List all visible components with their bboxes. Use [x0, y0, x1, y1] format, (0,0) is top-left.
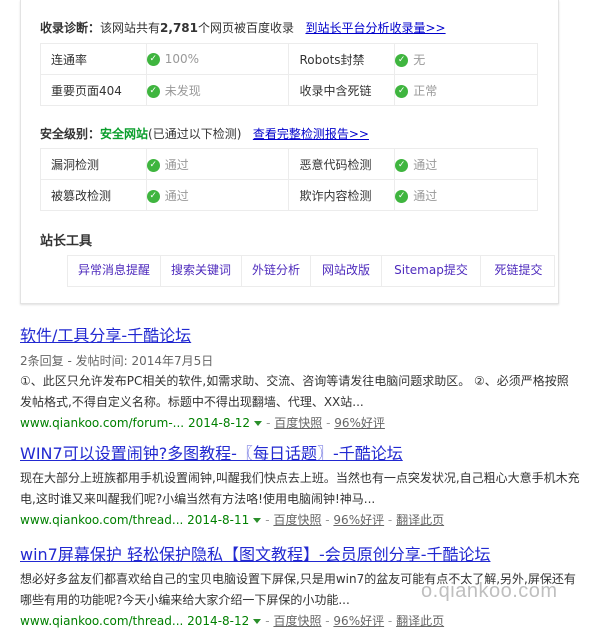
result-title-link[interactable]: 软件/工具分享-千酷论坛 [20, 322, 580, 346]
diag-value: ✓ 100% [145, 43, 290, 75]
security-table: 漏洞检测 ✓ 通过 恶意代码检测 ✓ 通过 被篡改检测 ✓ 通过 欺诈内容检测 ✓ 通过 [40, 148, 538, 211]
tool-search-keywords[interactable]: 搜索关键词 [161, 256, 242, 286]
cache-link[interactable]: 百度快照 [273, 614, 321, 628]
diagnosis-header: 收录诊断：该网站共有2,781个网页被百度收录 到站长平台分析收录量>> [40, 19, 446, 36]
result-title-link[interactable]: WIN7可以设置闹钟?多图教程-〖每日话题〗-千酷论坛 [20, 440, 580, 464]
diag-label: 重要页面404 [40, 74, 147, 106]
diagnosis-table: 连通率 ✓ 100% Robots封禁 ✓ 无 重要页面404 ✓ 未发现 收录中含死… [40, 43, 538, 106]
result-title-link[interactable]: win7屏幕保护 轻松保护隐私【图文教程】-会员原创分享-千酷论坛 [20, 541, 580, 565]
sec-value: ✓ 通过 [145, 179, 290, 211]
security-label: 安全级别： [40, 127, 101, 141]
check-circle-icon: ✓ [146, 84, 160, 98]
security-row: 漏洞检测 ✓ 通过 恶意代码检测 ✓ 通过 [40, 148, 538, 180]
diagnosis-row: 连通率 ✓ 100% Robots封禁 ✓ 无 [40, 43, 538, 75]
result-date: 2014-8-11 [187, 513, 250, 527]
tool-abnormal-alert[interactable]: 异常消息提醒 [68, 256, 161, 286]
diagnosis-text-post: 个网页被百度收录 [198, 21, 295, 35]
cache-link[interactable]: 百度快照 [274, 416, 322, 430]
sec-label: 被篡改检测 [40, 179, 147, 211]
result-url-line: www.qiankoo.com/thread... 2014-8-11- 百度快… [20, 513, 445, 527]
diag-value: ✓ 正常 [394, 74, 538, 106]
chevron-down-icon[interactable] [253, 619, 262, 624]
tool-site-revision[interactable]: 网站改版 [311, 256, 382, 286]
search-result: 软件/工具分享-千酷论坛 2条回复 - 发帖时间: 2014年7月5日 ①、此区… [20, 322, 580, 433]
chevron-down-icon[interactable] [253, 518, 262, 523]
sec-label: 漏洞检测 [40, 148, 147, 180]
search-result: WIN7可以设置闹钟?多图教程-〖每日话题〗-千酷论坛 现在大部分上班族都用手机… [20, 440, 580, 530]
diag-label: 收录中含死链 [288, 74, 396, 106]
check-circle-icon: ✓ [146, 189, 160, 203]
result-url: www.qiankoo.com/forum-... [20, 416, 185, 430]
diagnosis-link[interactable]: 到站长平台分析收录量>> [305, 21, 445, 35]
result-abstract: ①、此区只允许发布PC相关的软件,如需求助、交流、咨询等请发往电脑问题求助区。 … [20, 374, 569, 409]
check-circle-icon: ✓ [395, 53, 409, 67]
result-url: www.qiankoo.com/thread... [20, 513, 184, 527]
translate-link[interactable]: 翻译此页 [396, 614, 444, 628]
security-row: 被篡改检测 ✓ 通过 欺诈内容检测 ✓ 通过 [40, 179, 538, 211]
tools-bar: 异常消息提醒 搜索关键词 外链分析 网站改版 Sitemap提交 死链提交 [67, 255, 555, 287]
tools-title: 站长工具 [40, 234, 93, 249]
diag-value: ✓ 无 [394, 43, 538, 75]
result-url-line: www.qiankoo.com/forum-... 2014-8-12- 百度快… [20, 416, 385, 430]
cache-link[interactable]: 百度快照 [273, 513, 321, 527]
diagnosis-count: 2,781 [160, 21, 198, 35]
security-note: (已通过以下检测) [148, 127, 242, 141]
check-circle-icon: ✓ [395, 189, 409, 203]
rating-link[interactable]: 96%好评 [334, 416, 385, 430]
result-abstract: 现在大部分上班族都用手机设置闹钟,叫醒我们快点去上班。当然也有一点突发状况,自己… [20, 471, 580, 506]
tool-backlink-analysis[interactable]: 外链分析 [242, 256, 311, 286]
diag-label: 连通率 [40, 43, 147, 75]
diagnosis-text-pre: 该网站共有 [100, 21, 161, 35]
diagnosis-row: 重要页面404 ✓ 未发现 收录中含死链 ✓ 正常 [40, 74, 538, 106]
security-report-link[interactable]: 查看完整检测报告>> [253, 127, 369, 141]
tool-deadlink-submit[interactable]: 死链提交 [481, 256, 556, 286]
check-circle-icon: ✓ [395, 158, 409, 172]
chevron-down-icon[interactable] [254, 421, 263, 426]
result-date: 2014-8-12 [187, 416, 251, 430]
diagnosis-label: 收录诊断： [40, 21, 101, 35]
rating-link[interactable]: 96%好评 [333, 614, 384, 628]
rating-link[interactable]: 96%好评 [333, 513, 384, 527]
result-meta: 2条回复 - 发帖时间: 2014年7月5日 [20, 354, 214, 368]
sec-value: ✓ 通过 [394, 148, 538, 180]
tool-sitemap-submit[interactable]: Sitemap提交 [382, 256, 481, 286]
site-info-panel: 收录诊断：该网站共有2,781个网页被百度收录 到站长平台分析收录量>> 连通率… [20, 0, 559, 304]
sec-value: ✓ 通过 [394, 179, 538, 211]
diag-label: Robots封禁 [288, 43, 396, 75]
check-circle-icon: ✓ [395, 84, 409, 98]
check-circle-icon: ✓ [146, 53, 160, 66]
result-url: www.qiankoo.com/thread... [20, 614, 184, 628]
watermark-text: o.qiankoo.com [421, 580, 558, 602]
check-circle-icon: ✓ [146, 158, 160, 172]
security-level: 安全网站 [100, 127, 149, 141]
sec-label: 欺诈内容检测 [288, 179, 396, 211]
security-header: 安全级别：安全网站(已通过以下检测) 查看完整检测报告>> [40, 125, 369, 142]
translate-link[interactable]: 翻译此页 [396, 513, 444, 527]
result-url-line: www.qiankoo.com/thread... 2014-8-12- 百度快… [20, 614, 445, 628]
sec-label: 恶意代码检测 [288, 148, 396, 180]
diag-value: ✓ 未发现 [145, 74, 290, 106]
result-date: 2014-8-12 [187, 614, 250, 628]
sec-value: ✓ 通过 [145, 148, 290, 180]
